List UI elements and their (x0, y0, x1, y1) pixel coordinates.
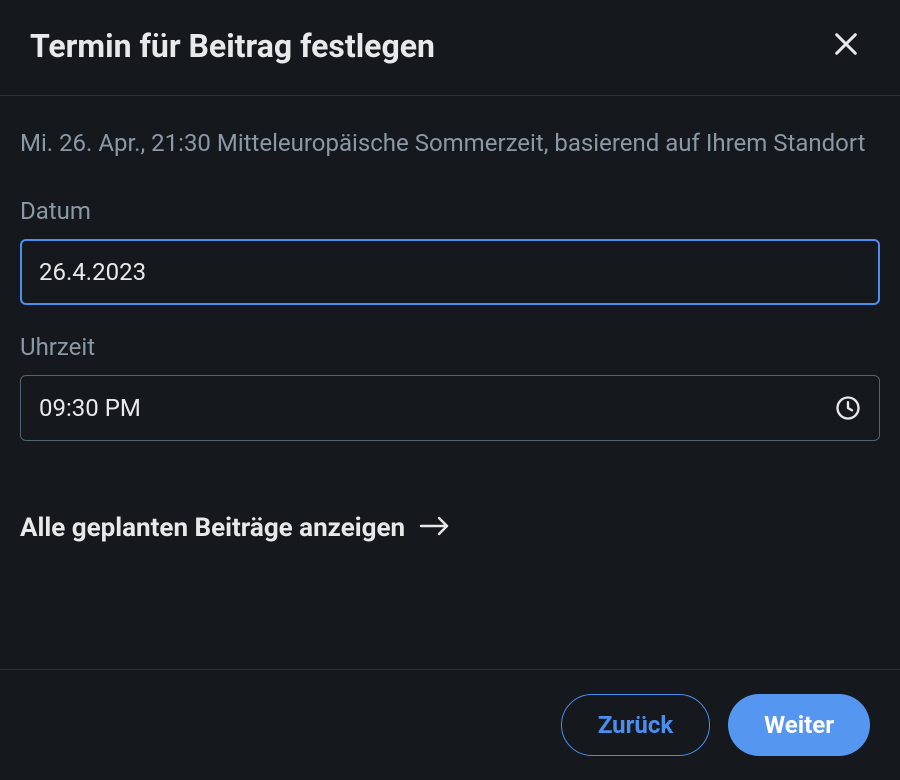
dialog-footer: Zurück Weiter (0, 669, 900, 780)
date-field-group: Datum (20, 197, 880, 305)
close-icon (830, 28, 862, 63)
dialog-title: Termin für Beitrag festlegen (30, 27, 435, 65)
close-button[interactable] (822, 20, 870, 71)
schedule-post-dialog: Termin für Beitrag festlegen Mi. 26. Apr… (0, 0, 900, 780)
clock-icon[interactable] (834, 394, 862, 422)
view-scheduled-posts-link[interactable]: Alle geplanten Beiträge anzeigen (20, 513, 880, 543)
schedule-info-text: Mi. 26. Apr., 21:30 Mitteleuropäische So… (20, 126, 880, 161)
date-label: Datum (20, 197, 880, 225)
time-input[interactable] (20, 375, 880, 441)
time-label: Uhrzeit (20, 333, 880, 361)
dialog-header: Termin für Beitrag festlegen (0, 0, 900, 96)
view-scheduled-posts-label: Alle geplanten Beiträge anzeigen (20, 513, 405, 543)
dialog-content: Mi. 26. Apr., 21:30 Mitteleuropäische So… (0, 96, 900, 669)
date-input-wrapper (20, 239, 880, 305)
time-field-group: Uhrzeit (20, 333, 880, 441)
next-button[interactable]: Weiter (728, 694, 870, 756)
date-input[interactable] (20, 239, 880, 305)
arrow-right-icon (419, 513, 451, 543)
time-input-wrapper (20, 375, 880, 441)
back-button[interactable]: Zurück (561, 694, 710, 756)
